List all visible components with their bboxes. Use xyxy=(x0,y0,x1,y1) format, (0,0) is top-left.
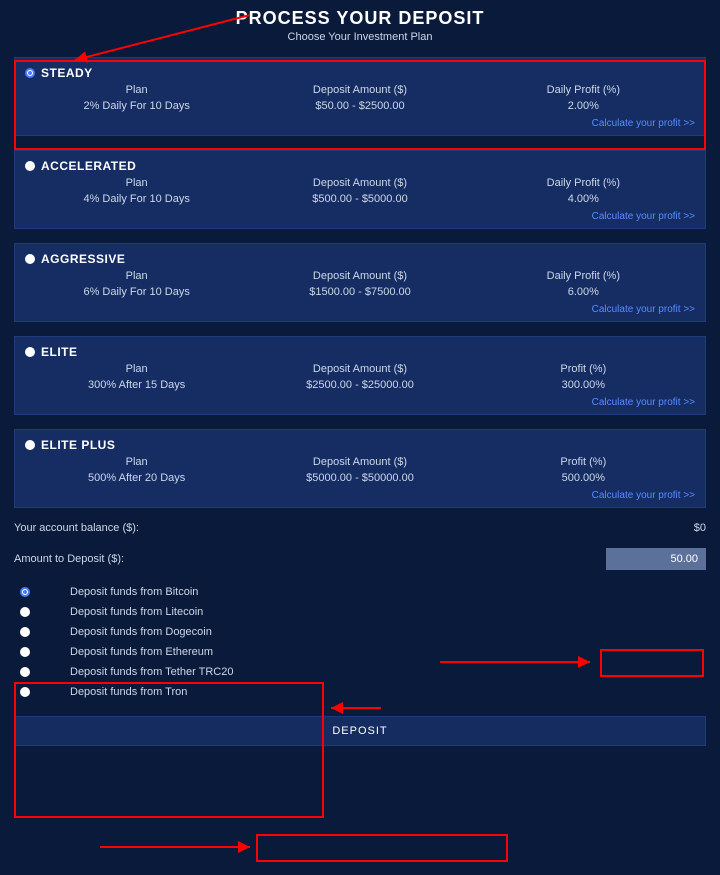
plan-radio[interactable] xyxy=(25,440,35,450)
plan-col-profit: Daily Profit (%) xyxy=(472,84,695,96)
payment-label: Deposit funds from Dogecoin xyxy=(70,626,212,638)
payment-option[interactable]: Deposit funds from Ethereum xyxy=(14,642,706,662)
plan-col-profit: Profit (%) xyxy=(472,363,695,375)
payment-radio[interactable] xyxy=(20,667,30,677)
payment-label: Deposit funds from Bitcoin xyxy=(70,586,198,598)
payment-label: Deposit funds from Litecoin xyxy=(70,606,203,618)
page-subtitle: Choose Your Investment Plan xyxy=(14,31,706,43)
payment-radio[interactable] xyxy=(20,647,30,657)
payment-label: Deposit funds from Tether TRC20 xyxy=(70,666,233,678)
plan-radio[interactable] xyxy=(25,347,35,357)
plan-val-amount: $50.00 - $2500.00 xyxy=(248,100,471,112)
plan-col-plan: Plan xyxy=(25,270,248,282)
deposit-button[interactable]: DEPOSIT xyxy=(14,716,706,746)
plan-col-plan: Plan xyxy=(25,177,248,189)
payment-radio[interactable] xyxy=(20,627,30,637)
plan-radio[interactable] xyxy=(25,254,35,264)
plan-radio[interactable] xyxy=(25,161,35,171)
payment-radio[interactable] xyxy=(20,587,30,597)
calculate-link[interactable]: Calculate your profit >> xyxy=(25,116,695,131)
plan-card-aggressive[interactable]: AGGRESSIVE Plan Deposit Amount ($) Daily… xyxy=(14,243,706,322)
payment-option[interactable]: Deposit funds from Litecoin xyxy=(14,602,706,622)
plan-card-elite[interactable]: ELITE Plan Deposit Amount ($) Profit (%)… xyxy=(14,336,706,415)
payment-radio[interactable] xyxy=(20,607,30,617)
annotation-arrow-deposit xyxy=(100,839,260,855)
balance-label: Your account balance ($): xyxy=(14,522,139,534)
plan-val-amount: $5000.00 - $50000.00 xyxy=(248,472,471,484)
plan-val-plan: 2% Daily For 10 Days xyxy=(25,100,248,112)
plan-val-plan: 4% Daily For 10 Days xyxy=(25,193,248,205)
plan-col-amount: Deposit Amount ($) xyxy=(248,270,471,282)
plan-card-accelerated[interactable]: ACCELERATED Plan Deposit Amount ($) Dail… xyxy=(14,150,706,229)
plan-col-amount: Deposit Amount ($) xyxy=(248,84,471,96)
plan-col-plan: Plan xyxy=(25,456,248,468)
plan-col-profit: Profit (%) xyxy=(472,456,695,468)
payment-option[interactable]: Deposit funds from Bitcoin xyxy=(14,582,706,602)
plan-col-amount: Deposit Amount ($) xyxy=(248,177,471,189)
plan-title: STEADY xyxy=(41,66,93,80)
payment-option[interactable]: Deposit funds from Dogecoin xyxy=(14,622,706,642)
plan-col-plan: Plan xyxy=(25,363,248,375)
amount-input[interactable] xyxy=(606,548,706,570)
plan-val-plan: 300% After 15 Days xyxy=(25,379,248,391)
amount-label: Amount to Deposit ($): xyxy=(14,553,124,565)
payment-option[interactable]: Deposit funds from Tron xyxy=(14,682,706,702)
plan-val-profit: 500.00% xyxy=(472,472,695,484)
plan-radio[interactable] xyxy=(25,68,35,78)
plan-card-steady[interactable]: STEADY Plan Deposit Amount ($) Daily Pro… xyxy=(14,57,706,136)
payment-label: Deposit funds from Ethereum xyxy=(70,646,213,658)
plan-val-profit: 300.00% xyxy=(472,379,695,391)
calculate-link[interactable]: Calculate your profit >> xyxy=(25,302,695,317)
plan-val-plan: 6% Daily For 10 Days xyxy=(25,286,248,298)
payment-radio[interactable] xyxy=(20,687,30,697)
page-title: PROCESS YOUR DEPOSIT xyxy=(14,8,706,29)
plan-col-amount: Deposit Amount ($) xyxy=(248,456,471,468)
plan-val-amount: $500.00 - $5000.00 xyxy=(248,193,471,205)
plan-title: ELITE xyxy=(41,345,78,359)
plan-col-profit: Daily Profit (%) xyxy=(472,177,695,189)
plan-card-elite-plus[interactable]: ELITE PLUS Plan Deposit Amount ($) Profi… xyxy=(14,429,706,508)
calculate-link[interactable]: Calculate your profit >> xyxy=(25,488,695,503)
annotation-box-deposit-button xyxy=(256,834,508,862)
plan-val-profit: 4.00% xyxy=(472,193,695,205)
calculate-link[interactable]: Calculate your profit >> xyxy=(25,395,695,410)
plan-val-amount: $1500.00 - $7500.00 xyxy=(248,286,471,298)
plan-val-profit: 6.00% xyxy=(472,286,695,298)
plan-col-amount: Deposit Amount ($) xyxy=(248,363,471,375)
payment-option[interactable]: Deposit funds from Tether TRC20 xyxy=(14,662,706,682)
plan-title: AGGRESSIVE xyxy=(41,252,125,266)
payment-label: Deposit funds from Tron xyxy=(70,686,187,698)
plan-val-amount: $2500.00 - $25000.00 xyxy=(248,379,471,391)
plan-title: ACCELERATED xyxy=(41,159,136,173)
plan-col-profit: Daily Profit (%) xyxy=(472,270,695,282)
balance-value: $0 xyxy=(694,522,706,534)
plan-val-plan: 500% After 20 Days xyxy=(25,472,248,484)
plan-col-plan: Plan xyxy=(25,84,248,96)
plan-val-profit: 2.00% xyxy=(472,100,695,112)
plan-title: ELITE PLUS xyxy=(41,438,115,452)
calculate-link[interactable]: Calculate your profit >> xyxy=(25,209,695,224)
